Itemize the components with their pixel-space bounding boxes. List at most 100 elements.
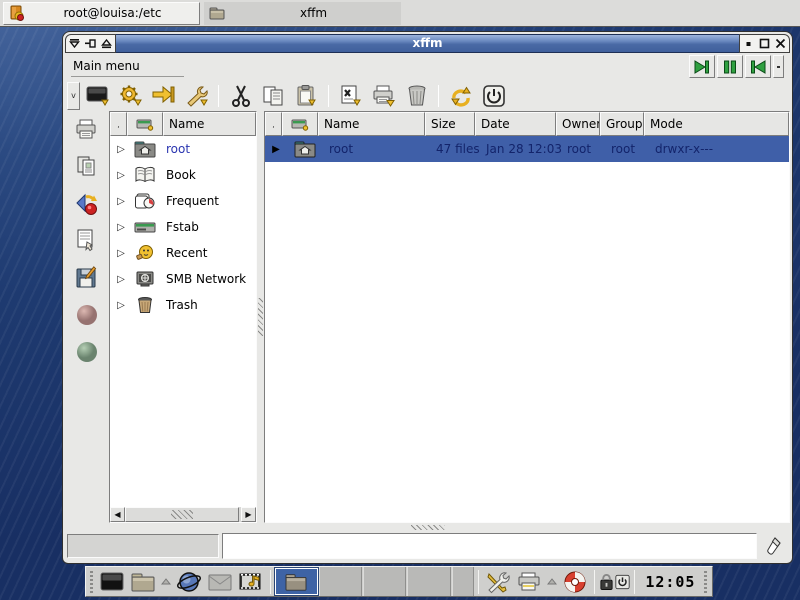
list-row-root[interactable]: ▶ root 47 files Jan 28 12:03 root root d… [265, 136, 789, 162]
tree-item-trash[interactable]: ▷ Trash [110, 292, 256, 318]
column-header-name[interactable]: Name [318, 112, 425, 136]
launcher-help[interactable] [560, 567, 590, 596]
window-menu-icon[interactable] [69, 38, 80, 49]
launcher-file-manager[interactable] [128, 567, 158, 596]
tree-item-label[interactable]: SMB Network [158, 272, 246, 286]
printer-icon [516, 571, 542, 593]
tree-icon-header[interactable] [127, 112, 163, 136]
task-label: xffm [226, 6, 401, 20]
copy-button[interactable] [258, 82, 289, 110]
tree-item-frequent[interactable]: ▷ Frequent [110, 188, 256, 214]
list-corner-header[interactable]: , [265, 112, 282, 136]
launcher-media-player[interactable] [236, 567, 266, 596]
expander-icon[interactable]: ▷ [110, 222, 132, 233]
task-button-xffm-panel[interactable] [275, 568, 318, 595]
column-header-owner[interactable]: Owner [556, 112, 600, 136]
side-sync-button[interactable] [71, 189, 103, 219]
shade-icon[interactable] [101, 38, 112, 49]
side-copy-button[interactable] [71, 152, 103, 182]
stick-icon[interactable] [85, 38, 96, 49]
tree-corner-header[interactable]: , [110, 112, 127, 136]
refresh-button[interactable] [445, 82, 476, 110]
tools-button[interactable] [181, 82, 212, 110]
tree-item-book[interactable]: ▷ Book [110, 162, 256, 188]
side-sphere-red-button[interactable] [71, 300, 103, 330]
command-input[interactable] [222, 533, 757, 559]
expander-icon[interactable]: ▷ [110, 300, 132, 311]
eraser-button[interactable] [760, 536, 788, 556]
skip-back-icon [749, 59, 767, 75]
cut-button[interactable] [225, 82, 256, 110]
scroll-left-arrow[interactable]: ◀ [110, 507, 125, 522]
skip-back-button[interactable] [745, 55, 771, 78]
expander-icon[interactable]: ▷ [110, 274, 132, 285]
open-terminal-button[interactable] [82, 82, 113, 110]
expander-icon[interactable]: ▶ [265, 144, 287, 155]
task-button-xffm[interactable]: xffm [204, 2, 401, 25]
list-icon-header[interactable] [282, 112, 318, 136]
scripts-button[interactable] [335, 82, 366, 110]
toolbar-collapse-handle[interactable]: v [67, 82, 80, 110]
expander-icon[interactable]: ▷ [110, 248, 132, 259]
vertical-pane-handle[interactable] [65, 523, 790, 531]
skip-forward-button[interactable] [689, 55, 715, 78]
launcher-mail[interactable] [205, 567, 235, 596]
side-print-button[interactable] [71, 115, 103, 145]
launcher-tools[interactable] [483, 567, 513, 596]
launcher-web-browser[interactable] [174, 567, 204, 596]
task-button-terminal[interactable]: root@louisa:/etc [3, 2, 200, 25]
drawer-up-arrow[interactable] [159, 567, 173, 596]
tree-item-label[interactable]: Fstab [158, 220, 199, 234]
column-header-size[interactable]: Size [425, 112, 475, 136]
side-select-button[interactable] [71, 226, 103, 256]
lock-screen-button[interactable] [599, 567, 614, 596]
panel-handle[interactable] [88, 569, 96, 594]
column-header-date[interactable]: Date [475, 112, 556, 136]
panel-handle[interactable] [702, 569, 710, 594]
hide-icon[interactable] [743, 38, 754, 49]
tree-horizontal-scrollbar[interactable]: ◀ ▶ [110, 507, 256, 522]
quit-button[interactable] [478, 82, 509, 110]
column-header-mode[interactable]: Mode [644, 112, 789, 136]
tree-item-label[interactable]: Frequent [158, 194, 219, 208]
tree-item-root[interactable]: ▷ root [110, 136, 256, 162]
tree-item-label[interactable]: Trash [158, 298, 198, 312]
home-folder-icon [294, 140, 316, 158]
side-save-button[interactable] [71, 263, 103, 293]
expander-icon[interactable]: ▷ [110, 170, 132, 181]
scrollbar-thumb[interactable] [125, 507, 239, 522]
window-title[interactable]: xffm [116, 34, 739, 53]
print-button[interactable] [368, 82, 399, 110]
tree-item-smb-network[interactable]: ▷ SMB Network [110, 266, 256, 292]
pause-button[interactable] [717, 55, 743, 78]
launcher-terminal[interactable] [97, 567, 127, 596]
tree-name-header[interactable]: Name [163, 112, 256, 136]
maximize-icon[interactable] [759, 38, 770, 49]
tree-item-label[interactable]: root [158, 142, 190, 156]
frequent-icon [134, 192, 156, 210]
close-icon[interactable] [775, 38, 786, 49]
tree-item-recent[interactable]: ▷ Recent [110, 240, 256, 266]
paste-button[interactable] [291, 82, 322, 110]
launcher-printer[interactable] [514, 567, 544, 596]
detach-handle[interactable] [773, 55, 784, 78]
column-header-group[interactable]: Group [600, 112, 644, 136]
drawer-up-arrow[interactable] [545, 567, 559, 596]
pane-splitter[interactable] [257, 111, 264, 523]
scroll-right-arrow[interactable]: ▶ [241, 507, 256, 522]
tree-header: , Name [110, 112, 256, 136]
tree-item-fstab[interactable]: ▷ Fstab [110, 214, 256, 240]
expander-icon[interactable]: ▷ [110, 144, 132, 155]
tree-item-label[interactable]: Recent [158, 246, 207, 260]
titlebar[interactable]: xffm [65, 34, 790, 53]
settings-button[interactable] [115, 82, 146, 110]
pause-icon [722, 59, 738, 75]
side-sphere-green-button[interactable] [71, 337, 103, 367]
expander-icon[interactable]: ▷ [110, 196, 132, 207]
tree-item-label[interactable]: Book [158, 168, 196, 182]
splitter-grip-icon [258, 298, 263, 336]
go-to-button[interactable] [148, 82, 179, 110]
trash-button[interactable] [401, 82, 432, 110]
quit-session-button[interactable] [615, 567, 630, 596]
main-menu[interactable]: Main menu [71, 56, 184, 77]
